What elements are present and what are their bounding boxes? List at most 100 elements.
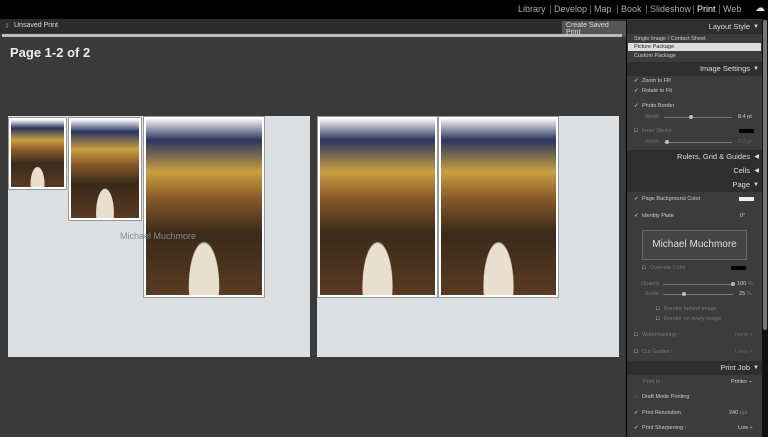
checkbox-icon: □ <box>634 349 638 355</box>
print-toolbar: ⇕ Unsaved Print Create Saved Print <box>0 19 626 37</box>
module-print[interactable]: Print <box>697 4 716 14</box>
cut-guides-checkbox[interactable]: □ Cut Guides : <box>634 349 673 355</box>
check-icon: ✓ <box>634 103 639 109</box>
opacity-value[interactable]: 100 % <box>737 281 753 287</box>
module-slideshow[interactable]: Slideshow <box>650 4 691 14</box>
width-label: Width <box>645 114 660 120</box>
label: Render on every image <box>664 316 722 322</box>
page-header[interactable]: Page ▼ <box>627 178 762 192</box>
rulers-header[interactable]: Rulers, Grid & Guides ◀ <box>627 150 762 164</box>
label: Print Sharpening : <box>642 425 687 431</box>
inner-stroke-slider[interactable] <box>664 140 732 144</box>
checkbox-icon: □ <box>634 128 638 134</box>
cloud-icon[interactable]: ☁ <box>755 3 765 14</box>
check-icon: ✓ <box>634 196 639 202</box>
triangle-left-icon: ◀ <box>754 168 759 174</box>
identity-plate-checkbox[interactable]: ✓ Identity Plate <box>634 213 674 219</box>
photo-cell-medium[interactable] <box>68 117 142 221</box>
slider-thumb[interactable] <box>682 292 686 296</box>
checkbox-icon: □ <box>642 265 646 271</box>
label: Override Color <box>650 265 686 271</box>
right-panel: Layout Style ▼ Single Image / Contact She… <box>627 19 762 437</box>
print-job-header[interactable]: Print Job ▼ <box>627 361 762 375</box>
rotate-to-fit-checkbox[interactable]: ✓ Rotate to Fit <box>634 88 672 94</box>
scale-value[interactable]: 25 % <box>739 291 752 297</box>
module-develop[interactable]: Develop <box>554 4 587 14</box>
page-bg-color-swatch[interactable] <box>739 197 754 201</box>
slider-thumb[interactable] <box>665 140 670 144</box>
check-icon: ✓ <box>634 78 639 84</box>
identity-plate-preview[interactable]: Michael Muchmore <box>642 230 747 260</box>
check-icon: ✓ <box>634 425 639 431</box>
ruler <box>2 34 622 37</box>
scale-slider[interactable] <box>663 292 733 296</box>
page-title: Page 1-2 of 2 <box>10 45 91 60</box>
layout-style-header[interactable]: Layout Style ▼ <box>627 20 762 34</box>
print-sharpening-select[interactable]: Low ÷ <box>738 425 753 431</box>
inner-stroke-checkbox[interactable]: □ Inner Stroke <box>634 128 672 134</box>
cut-guides-select[interactable]: Lines ÷ <box>735 349 753 355</box>
inner-stroke-value[interactable]: 0.2 pt <box>738 139 752 145</box>
value: 25 <box>739 291 746 297</box>
value: 240 <box>729 410 739 416</box>
module-separator <box>617 5 618 14</box>
render-every-checkbox[interactable]: □ Render on every image <box>656 316 721 322</box>
label: Inner Stroke <box>642 128 672 134</box>
border-width-slider[interactable] <box>664 115 732 119</box>
module-library[interactable]: Library <box>518 4 546 14</box>
override-color-swatch[interactable] <box>731 266 746 270</box>
triangle-left-icon: ◀ <box>754 154 759 160</box>
print-to-select[interactable]: Printer ÷ <box>731 379 752 385</box>
opacity-label: Opacity <box>641 281 660 287</box>
photo-cell-large[interactable] <box>317 116 438 298</box>
label: Print Resolution <box>642 410 681 416</box>
photo-cell-small[interactable] <box>8 117 67 190</box>
opacity-slider[interactable] <box>663 282 735 286</box>
checkbox-icon: □ <box>634 394 638 400</box>
scrollbar-thumb[interactable] <box>763 20 767 330</box>
triangle-down-icon: ▼ <box>753 24 759 30</box>
module-map[interactable]: Map <box>594 4 612 14</box>
module-book[interactable]: Book <box>621 4 642 14</box>
page-bg-color-checkbox[interactable]: ✓ Page Background Color <box>634 196 700 202</box>
section-title: Cells <box>733 166 750 175</box>
unit: % <box>746 291 752 297</box>
unit: ppi <box>739 410 748 416</box>
inner-stroke-color-swatch[interactable] <box>739 129 754 133</box>
print-resolution-value[interactable]: 240 ppi <box>729 410 747 416</box>
layout-option-custom[interactable]: Custom Package <box>634 53 676 59</box>
layout-option-picture-package[interactable]: Picture Package <box>634 44 674 50</box>
watermark-select[interactable]: None ÷ <box>735 332 753 338</box>
photo-cell-large[interactable] <box>438 116 559 298</box>
module-separator <box>646 5 647 14</box>
slider-thumb[interactable] <box>689 115 694 119</box>
watermarking-checkbox[interactable]: □ Watermarking : <box>634 332 679 338</box>
cells-header[interactable]: Cells ◀ <box>627 164 762 178</box>
check-icon: ✓ <box>634 88 639 94</box>
print-resolution-checkbox[interactable]: ✓ Print Resolution <box>634 410 681 416</box>
module-web[interactable]: Web <box>723 4 741 14</box>
photo-cell-large[interactable] <box>143 116 265 298</box>
draft-mode-checkbox[interactable]: □ Draft Mode Printing <box>634 394 689 400</box>
value: 100 <box>737 281 747 287</box>
section-title: Image Settings <box>699 64 750 73</box>
render-behind-checkbox[interactable]: □ Render behind image <box>656 306 717 312</box>
scale-label: Scale <box>645 291 659 297</box>
label: Rotate to Fit <box>642 88 672 94</box>
identity-plate-angle[interactable]: 0° <box>740 213 745 219</box>
slider-thumb[interactable] <box>731 282 735 286</box>
label: Watermarking : <box>642 332 680 338</box>
label: Render behind image <box>664 306 717 312</box>
border-width-value[interactable]: 8.4 pt <box>738 114 752 120</box>
check-icon: ✓ <box>634 213 639 219</box>
photo-border-checkbox[interactable]: ✓ Photo Border <box>634 103 674 109</box>
label: Draft Mode Printing <box>642 394 690 400</box>
identity-plate-overlay[interactable]: Michael Muchmore <box>120 231 196 241</box>
layout-option-single[interactable]: Single Image / Contact Sheet <box>634 36 706 42</box>
image-settings-header[interactable]: Image Settings ▼ <box>627 62 762 76</box>
section-title: Layout Style <box>708 22 750 31</box>
print-sharpening-checkbox[interactable]: ✓ Print Sharpening : <box>634 425 686 431</box>
zoom-to-fill-checkbox[interactable]: ✓ Zoom to Fill <box>634 78 671 84</box>
override-color-checkbox[interactable]: □ Override Color <box>642 265 686 271</box>
print-to-label: Print to : <box>643 379 664 385</box>
